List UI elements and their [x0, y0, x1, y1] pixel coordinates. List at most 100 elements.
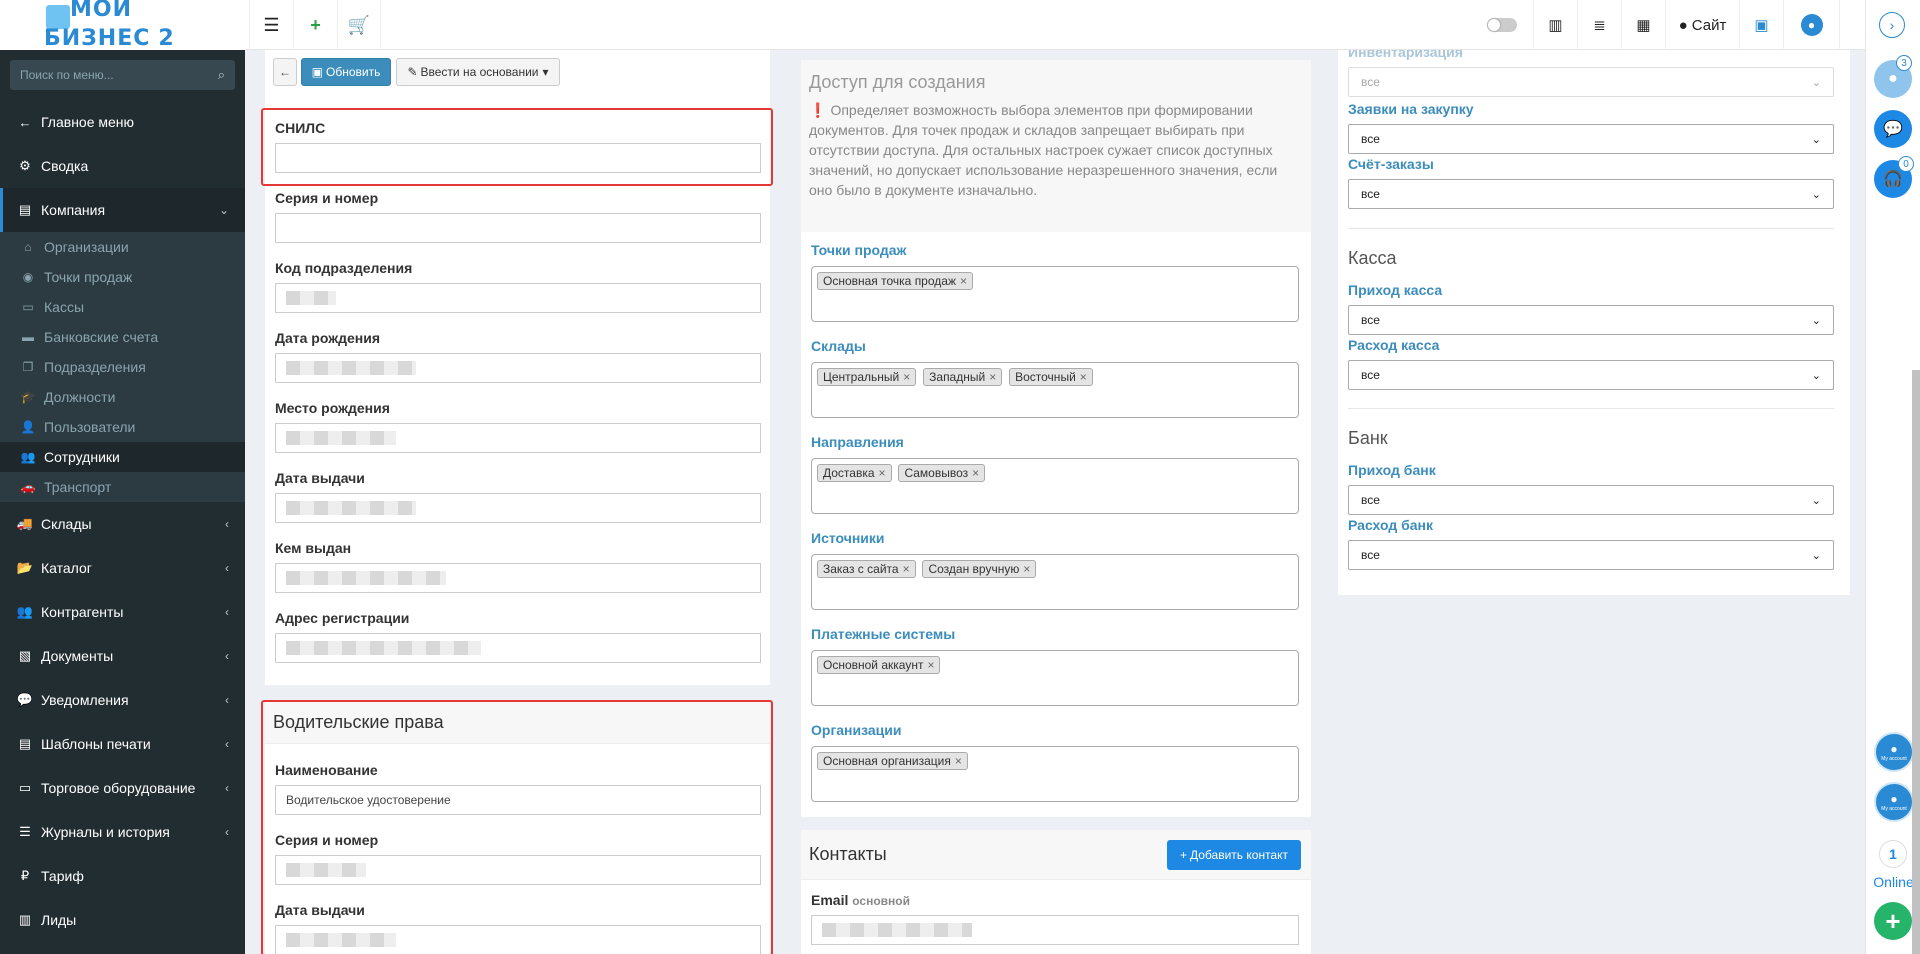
issued-by-input[interactable]: [275, 563, 761, 593]
passport-series-input[interactable]: [275, 213, 761, 243]
organizations-select[interactable]: Основная организация ×: [811, 746, 1299, 802]
barcode-button[interactable]: ▥: [1534, 0, 1578, 50]
menu-toggle-button[interactable]: ☰: [249, 0, 293, 50]
rail-chat-button[interactable]: 💬: [1874, 110, 1912, 148]
refresh-button[interactable]: ▣ Обновить: [301, 58, 391, 86]
sidebar-subitem-employees[interactable]: 👥 Сотрудники: [0, 442, 245, 472]
plus-icon: +: [1180, 848, 1188, 862]
online-count: 1: [1879, 840, 1907, 868]
sidebar-item-leads[interactable]: ▥ Лиды: [0, 898, 245, 942]
sidebar-subitem-sale-points[interactable]: ◉ Точки продаж: [0, 262, 245, 292]
sidebar-subitem-bank-accounts[interactable]: ▬ Банковские счета: [0, 322, 245, 352]
remove-tag-icon[interactable]: ×: [955, 754, 962, 768]
chevron-left-icon: ‹: [225, 825, 229, 839]
sidebar-subitem-divisions[interactable]: ❐ Подразделения: [0, 352, 245, 382]
server-button[interactable]: ≣: [1578, 0, 1622, 50]
bank-in-select[interactable]: все ⌄: [1348, 485, 1834, 515]
cash-in-select[interactable]: все ⌄: [1348, 305, 1834, 335]
rail-account-button-2[interactable]: ● My account: [1874, 782, 1914, 822]
remove-tag-icon[interactable]: ×: [1080, 370, 1087, 384]
bell-icon: ●: [1888, 70, 1898, 87]
based-on-dropdown[interactable]: ✎ Ввести на основании ▾: [396, 58, 560, 86]
birth-date-input[interactable]: [275, 353, 761, 383]
calendar-button[interactable]: ▦: [1622, 0, 1666, 50]
division-code-input[interactable]: [275, 283, 761, 313]
back-button[interactable]: ←: [273, 58, 297, 86]
cash-in-label: Приход касса: [1348, 282, 1443, 298]
access-help: ❗ Определяет возможность выбора элементов…: [809, 102, 1278, 198]
sidebar-item-print-templates[interactable]: ▤ Шаблоны печати ‹: [0, 722, 245, 766]
sidebar-subitem-users[interactable]: 👤 Пользователи: [0, 412, 245, 442]
search-icon[interactable]: ⌕: [218, 67, 225, 83]
purchase-requests-label: Заявки на закупку: [1348, 101, 1474, 117]
license-name-input[interactable]: Водительское удостоверение: [275, 785, 761, 815]
site-label: Сайт: [1691, 16, 1727, 34]
email-input[interactable]: [811, 915, 1299, 945]
license-name-label: Наименование: [275, 762, 378, 778]
invoice-orders-select[interactable]: все ⌄: [1348, 179, 1834, 209]
license-issue-date-input[interactable]: [275, 925, 761, 954]
cash-out-select[interactable]: все ⌄: [1348, 360, 1834, 390]
sidebar-item-summary[interactable]: ⚙ Сводка: [0, 144, 245, 188]
sidebar-subitem-positions[interactable]: 🎓 Должности: [0, 382, 245, 412]
remove-tag-icon[interactable]: ×: [989, 370, 996, 384]
remove-tag-icon[interactable]: ×: [972, 466, 979, 480]
logo[interactable]: МОЙ БИЗНЕС 2: [0, 0, 245, 50]
remove-tag-icon[interactable]: ×: [960, 274, 967, 288]
theme-toggle[interactable]: [1470, 0, 1534, 50]
sidebar-item-contractors[interactable]: 👥 Контрагенты ‹: [0, 590, 245, 634]
bank-out-select[interactable]: все ⌄: [1348, 540, 1834, 570]
user-menu-button[interactable]: ●: [1784, 0, 1840, 50]
ruble-icon: ₽: [20, 868, 30, 883]
bank-icon: ⌂: [24, 240, 32, 254]
birth-place-input[interactable]: [275, 423, 761, 453]
sidebar-item-equipment[interactable]: ▭ Торговое оборудование ‹: [0, 766, 245, 810]
chevron-down-icon: ⌄: [218, 203, 229, 217]
add-button[interactable]: +: [293, 0, 337, 50]
sidebar-subitem-transport[interactable]: 🚗 Транспорт: [0, 472, 245, 502]
app-button[interactable]: ▣: [1740, 0, 1784, 50]
purchase-requests-select[interactable]: все ⌄: [1348, 124, 1834, 154]
expand-rail-button[interactable]: ›: [1879, 12, 1905, 38]
add-contact-button[interactable]: + Добавить контакт: [1167, 840, 1301, 870]
inventory-select[interactable]: все ⌄: [1348, 67, 1834, 97]
reg-address-input[interactable]: [275, 633, 761, 663]
cart-button[interactable]: 🛒: [337, 0, 381, 50]
sidebar-subitem-organizations[interactable]: ⌂ Организации: [0, 232, 245, 262]
remove-tag-icon[interactable]: ×: [903, 370, 910, 384]
sidebar-subitem-cashboxes[interactable]: ▭ Кассы: [0, 292, 245, 322]
sidebar-item-warehouses[interactable]: 🚚 Склады ‹: [0, 502, 245, 546]
page-scrollbar[interactable]: [1912, 370, 1920, 954]
sidebar-item-journals[interactable]: ☰ Журналы и история ‹: [0, 810, 245, 854]
book-icon: ▤: [18, 736, 32, 751]
remove-tag-icon[interactable]: ×: [879, 466, 886, 480]
remove-tag-icon[interactable]: ×: [1023, 562, 1030, 576]
sidebar-item-documents[interactable]: ▧ Документы ‹: [0, 634, 245, 678]
rail-add-button[interactable]: +: [1874, 902, 1912, 940]
info-icon: ❗: [809, 102, 827, 118]
issue-date-input[interactable]: [275, 493, 761, 523]
paperclip-icon: ✎: [407, 65, 418, 79]
rights-panel: Инвентаризация все ⌄ Заявки на закупку вс…: [1338, 50, 1850, 595]
sidebar-item-catalog[interactable]: 📂 Каталог ‹: [0, 546, 245, 590]
remove-tag-icon[interactable]: ×: [927, 658, 934, 672]
chevron-left-icon: ‹: [225, 737, 229, 751]
directions-select[interactable]: Доставка × Самовывоз ×: [811, 458, 1299, 514]
redacted-value: [286, 291, 336, 305]
remove-tag-icon[interactable]: ×: [903, 562, 910, 576]
sidebar-item-notifications[interactable]: 💬 Уведомления ‹: [0, 678, 245, 722]
warehouses-select[interactable]: Центральный × Западный × Восточный ×: [811, 362, 1299, 418]
cash-section-title: Касса: [1348, 248, 1397, 268]
payment-systems-select[interactable]: Основной аккаунт ×: [811, 650, 1299, 706]
sidebar-item-main-menu[interactable]: ← Главное меню: [0, 100, 245, 144]
sidebar-item-company[interactable]: ▤ Компания ⌄: [0, 188, 245, 232]
sources-label: Источники: [811, 530, 885, 546]
sidebar-item-tariff[interactable]: ₽ Тариф: [0, 854, 245, 898]
sale-points-select[interactable]: Основная точка продаж ×: [811, 266, 1299, 322]
sources-select[interactable]: Заказ с сайта × Создан вручную ×: [811, 554, 1299, 610]
snils-input[interactable]: [275, 143, 761, 173]
license-series-input[interactable]: [275, 855, 761, 885]
sidebar-search-input[interactable]: [20, 68, 200, 82]
site-button[interactable]: ● Сайт: [1666, 0, 1740, 50]
rail-account-button-1[interactable]: ● My account: [1874, 732, 1914, 772]
